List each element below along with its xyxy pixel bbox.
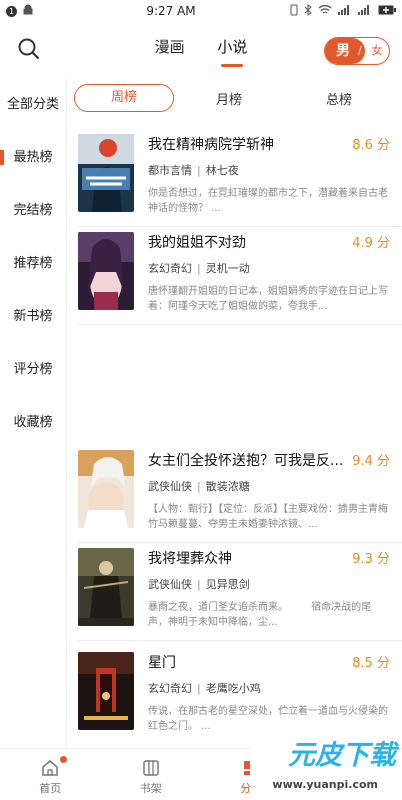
book-category: 玄幻奇幻 [148,682,192,695]
book-author: 老鹰吃小鸡 [205,682,261,695]
tab-monthly[interactable]: 月榜 [174,89,284,108]
book-category: 都市言情 [148,164,192,177]
book-score: 8.6 分 [352,138,390,153]
book-meta: 都市言情 | 林七夜 [148,164,239,177]
book-description: 你是否想过，在霓虹璀璨的都市之下，潜藏着来自古老神话的怪物？ ... [148,188,388,214]
book-description: 暴雨之夜，道门圣女追杀而来。 宿命决战的尾声，神明于未知中降临，尘... [148,602,372,628]
book-score: 9.3 分 [352,552,390,567]
watermark-url: www.yuanpi.com [272,778,378,791]
nav-home-label: 首页 [39,782,62,795]
book-title: 我在精神病院学斩神 [148,137,274,153]
bookshelf-icon [141,758,161,778]
notification-count-badge: 1 [6,5,17,17]
book-description: 【人物：甄行】【定位：反派】【主要戏份：掳男主青梅竹马赖蔓蔓、夺男主未婚妻钟浓镜… [148,504,388,530]
sidebar-item-favorites[interactable]: 收藏榜 [0,396,66,449]
book-cover [78,134,134,212]
gender-female-option[interactable]: 女 [365,38,389,64]
book-author: 林七夜 [205,164,239,177]
book-author: 散装浓糖 [205,480,250,493]
book-score: 9.4 分 [352,454,390,469]
list-divider [78,640,402,641]
sidebar-item-completed[interactable]: 完结榜 [0,184,66,237]
tab-novels[interactable]: 小说 [217,36,247,67]
notification-dot [60,756,67,763]
sidebar-item-hottest[interactable]: 最热榜 [0,131,66,184]
rank-period-tabs: 周榜 月榜 总榜 [74,84,394,112]
vibrate-icon [290,4,298,19]
nav-bookshelf[interactable]: 书架 [101,749,202,800]
status-bar: 1 9:27 AM [0,0,402,22]
tab-comics[interactable]: 漫画 [155,36,185,57]
sidebar-item-new-books[interactable]: 新书榜 [0,290,66,343]
book-title: 我的姐姐不对劲 [148,235,246,251]
nav-bookshelf-label: 书架 [139,782,162,795]
book-author: 见异思剑 [205,578,250,591]
gender-toggle[interactable]: 男 / 女 [324,37,390,65]
signal-icon-2 [358,4,372,18]
sidebar-item-rating[interactable]: 评分榜 [0,343,66,396]
book-category: 武侠仙侠 [148,480,192,493]
book-meta: 玄幻奇幻 | 灵机一动 [148,262,250,275]
list-item[interactable]: 我的姐姐不对劲 4.9 分 玄幻奇幻 | 灵机一动 唐怀瑾翻开姐姐的日记本，姐姐娟秀… [66,224,402,324]
book-score: 4.9 分 [352,236,390,251]
list-item[interactable]: 女主们全投怀送抱？可我是反... 9.4 分 武侠仙侠 | 散装浓糖 【人物：甄行】… [66,442,402,542]
book-cover [78,232,134,310]
status-time: 9:27 AM [146,4,196,18]
list-item[interactable]: 我将埋葬众神 9.3 分 武侠仙侠 | 见异思剑 暴雨之夜，道门圣女追杀而来。 宿命… [66,540,402,640]
top-header: 漫画 小说 男 / 女 [0,22,402,78]
android-icon [22,4,34,19]
tab-all-time[interactable]: 总榜 [284,89,394,108]
book-title: 星门 [148,655,176,671]
home-icon [40,758,60,778]
book-category: 武侠仙侠 [148,578,192,591]
wifi-icon [318,4,332,18]
book-title: 女主们全投怀送抱？可我是反... [148,453,344,469]
book-author: 灵机一动 [205,262,250,275]
book-title: 我将埋葬众神 [148,551,232,567]
bluetooth-icon [304,3,312,19]
sidebar-item-recommended[interactable]: 推荐榜 [0,237,66,290]
list-divider [78,324,402,325]
list-item[interactable]: 星门 8.5 分 玄幻奇幻 | 老鹰吃小鸡 传说，在那古老的星空深处，伫立着一道血与… [66,644,402,744]
battery-icon [378,4,396,18]
tab-weekly[interactable]: 周榜 [74,84,174,112]
book-category: 玄幻奇幻 [148,262,192,275]
book-cover [78,548,134,626]
gender-separator: / [358,44,362,57]
book-description: 唐怀瑾翻开姐姐的日记本，姐姐娟秀的字迹在日记上写着：阿瑾今天吃了姐姐做的菜，夸我… [148,286,388,312]
book-meta: 武侠仙侠 | 见异思剑 [148,578,250,591]
book-cover [78,652,134,730]
book-description: 传说，在那古老的星空深处，伫立着一道血与火侵染的红色之门。 ... [148,706,388,732]
sidebar-item-all-categories[interactable]: 全部分类 [0,78,66,131]
nav-home[interactable]: 首页 [0,749,101,800]
signal-icon [338,4,352,18]
book-score: 8.5 分 [352,656,390,671]
category-sidebar: 全部分类 最热榜 完结榜 推荐榜 新书榜 评分榜 收藏榜 [0,78,66,748]
book-cover [78,450,134,528]
list-item[interactable]: 我在精神病院学斩神 8.6 分 都市言情 | 林七夜 你是否想过，在霓虹璀璨的都市之… [66,126,402,226]
watermark-logo: 元皮下载 [288,740,396,771]
book-meta: 武侠仙侠 | 散装浓糖 [148,480,250,493]
book-meta: 玄幻奇幻 | 老鹰吃小鸡 [148,682,261,695]
